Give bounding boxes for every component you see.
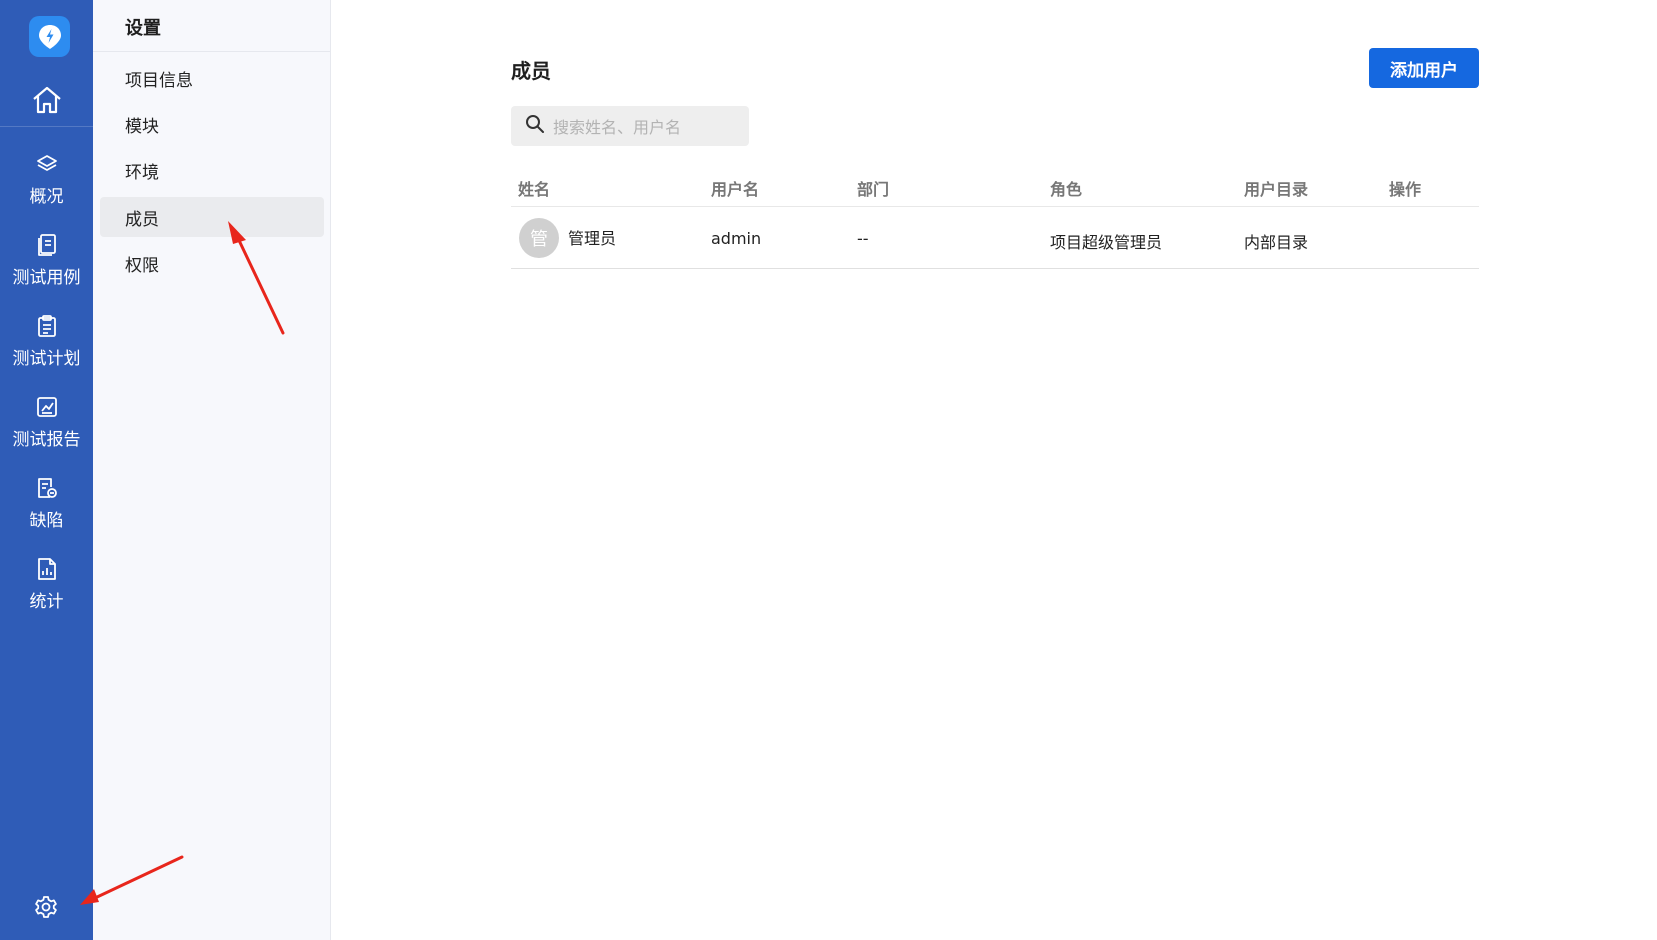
rail-item-overview[interactable]: 概况 [0,146,93,216]
test-case-icon [33,231,61,259]
rail-item-defects[interactable]: 缺陷 [0,470,93,540]
search-input[interactable]: 搜索姓名、用户名 [511,106,749,146]
rail-item-label: 测试计划 [12,349,81,369]
column-header-name: 姓名 [518,180,551,199]
member-directory: 内部目录 [1244,233,1309,252]
sidebar-item-modules[interactable]: 模块 [100,104,324,144]
column-header-actions: 操作 [1389,180,1422,199]
search-placeholder: 搜索姓名、用户名 [553,118,682,137]
app-logo-icon[interactable] [29,16,70,57]
sidebar-divider [93,51,331,52]
avatar: 管 [519,218,559,258]
report-chart-icon [33,393,61,421]
member-name: 管理员 [568,229,617,248]
rail-item-label: 测试报告 [12,430,81,450]
settings-sidebar: 设置 项目信息 模块 环境 成员 权限 [93,0,331,940]
column-header-role: 角色 [1050,180,1083,199]
member-username: admin [711,229,762,248]
column-header-directory: 用户目录 [1244,180,1309,199]
settings-gear-icon[interactable] [31,892,61,922]
rail-item-statistics[interactable]: 统计 [0,551,93,621]
rail-item-test-cases[interactable]: 测试用例 [0,227,93,297]
page-title: 成员 [511,59,551,83]
rail-item-label: 概况 [29,187,64,207]
member-department: -- [857,229,869,248]
rail-divider [0,126,93,127]
sidebar-title: 设置 [125,18,161,39]
rail-item-label: 缺陷 [29,511,64,531]
add-user-button[interactable]: 添加用户 [1369,48,1479,88]
rail-item-label: 测试用例 [12,268,81,288]
sidebar-item-members[interactable]: 成员 [100,197,324,237]
left-nav-rail: 概况 测试用例 测试计划 测试报告 缺陷 统计 [0,0,93,940]
column-header-username: 用户名 [711,180,760,199]
column-header-department: 部门 [857,180,890,199]
bug-doc-icon [33,474,61,502]
search-icon [525,114,545,138]
sidebar-item-permissions[interactable]: 权限 [100,243,324,283]
home-icon[interactable] [27,80,67,120]
rail-item-label: 统计 [29,592,64,612]
clipboard-icon [33,312,61,340]
stats-doc-icon [33,555,61,583]
member-role: 项目超级管理员 [1050,233,1163,252]
layers-icon [33,150,61,178]
table-row[interactable]: 管 管理员 admin -- 项目超级管理员 内部目录 [511,207,1479,269]
sidebar-item-environments[interactable]: 环境 [100,150,324,190]
rail-item-test-plans[interactable]: 测试计划 [0,308,93,378]
rail-item-test-reports[interactable]: 测试报告 [0,389,93,459]
sidebar-item-project-info[interactable]: 项目信息 [100,58,324,98]
